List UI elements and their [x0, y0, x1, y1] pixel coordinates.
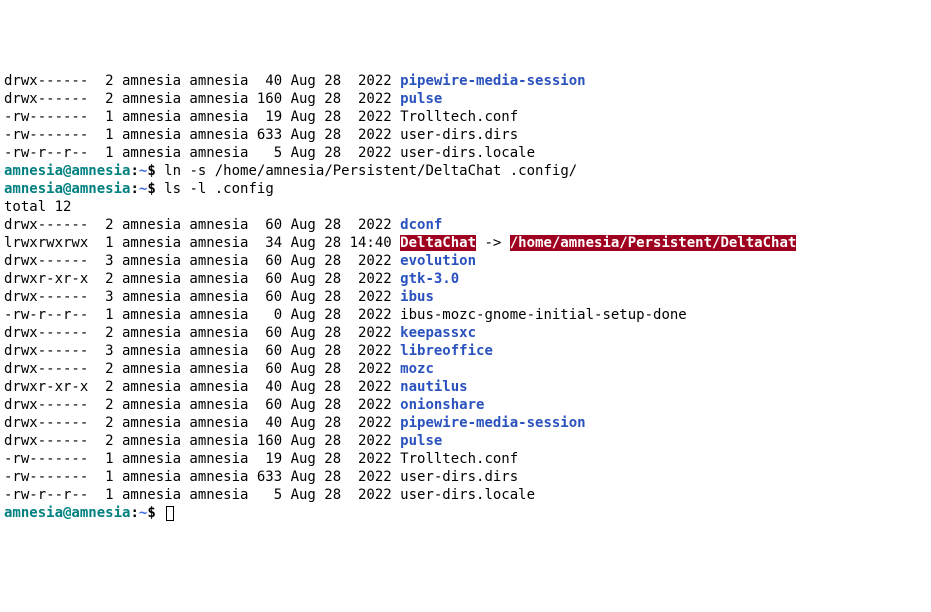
directory-name: ibus	[400, 289, 434, 305]
directory-name: pipewire-media-session	[400, 73, 585, 89]
prompt-colon: :	[130, 163, 138, 179]
cursor	[166, 506, 174, 521]
file-name: user-dirs.locale	[400, 487, 535, 503]
directory-name: dconf	[400, 217, 442, 233]
symlink-target: /home/amnesia/Persistent/DeltaChat	[510, 235, 797, 251]
directory-name: keepassxc	[400, 325, 476, 341]
ls-row: drwx------ 2 amnesia amnesia 40 Aug 28 2…	[4, 72, 927, 90]
command-text: ln -s /home/amnesia/Persistent/DeltaChat…	[164, 163, 577, 179]
file-name: user-dirs.dirs	[400, 469, 518, 485]
prompt-line[interactable]: amnesia@amnesia:~$ ln -s /home/amnesia/P…	[4, 162, 927, 180]
prompt-colon: :	[130, 181, 138, 197]
ls-row: drwx------ 2 amnesia amnesia 60 Aug 28 2…	[4, 396, 927, 414]
prompt-line[interactable]: amnesia@amnesia:~$	[4, 504, 927, 522]
ls-row: -rw------- 1 amnesia amnesia 633 Aug 28 …	[4, 126, 927, 144]
ls-row: lrwxrwxrwx 1 amnesia amnesia 34 Aug 28 1…	[4, 234, 927, 252]
prompt-colon: :	[130, 505, 138, 521]
ls-row: drwxr-xr-x 2 amnesia amnesia 60 Aug 28 2…	[4, 270, 927, 288]
prompt-sigil: $	[147, 505, 164, 521]
ls-row: drwx------ 3 amnesia amnesia 60 Aug 28 2…	[4, 288, 927, 306]
prompt-user: amnesia@amnesia	[4, 163, 130, 179]
prompt-sigil: $	[147, 181, 164, 197]
ls-row: -rw-r--r-- 1 amnesia amnesia 5 Aug 28 20…	[4, 486, 927, 504]
ls-row: drwx------ 2 amnesia amnesia 60 Aug 28 2…	[4, 360, 927, 378]
file-name: ibus-mozc-gnome-initial-setup-done	[400, 307, 687, 323]
ls-row: drwx------ 2 amnesia amnesia 160 Aug 28 …	[4, 90, 927, 108]
ls-row: drwx------ 3 amnesia amnesia 60 Aug 28 2…	[4, 342, 927, 360]
total-line: total 12	[4, 198, 927, 216]
ls-row: -rw------- 1 amnesia amnesia 19 Aug 28 2…	[4, 450, 927, 468]
directory-name: onionshare	[400, 397, 484, 413]
command-text: ls -l .config	[164, 181, 274, 197]
file-name: user-dirs.dirs	[400, 127, 518, 143]
directory-name: pulse	[400, 91, 442, 107]
file-name: user-dirs.locale	[400, 145, 535, 161]
ls-row: drwx------ 2 amnesia amnesia 60 Aug 28 2…	[4, 216, 927, 234]
directory-name: pulse	[400, 433, 442, 449]
file-name: Trolltech.conf	[400, 451, 518, 467]
directory-name: evolution	[400, 253, 476, 269]
directory-name: gtk-3.0	[400, 271, 459, 287]
symlink-arrow: ->	[476, 235, 510, 251]
directory-name: libreoffice	[400, 343, 493, 359]
ls-row: -rw------- 1 amnesia amnesia 19 Aug 28 2…	[4, 108, 927, 126]
prompt-sigil: $	[147, 163, 164, 179]
prompt-user: amnesia@amnesia	[4, 505, 130, 521]
ls-row: drwx------ 2 amnesia amnesia 60 Aug 28 2…	[4, 324, 927, 342]
terminal-output[interactable]: drwx------ 2 amnesia amnesia 40 Aug 28 2…	[4, 72, 927, 522]
prompt-line[interactable]: amnesia@amnesia:~$ ls -l .config	[4, 180, 927, 198]
ls-row: -rw------- 1 amnesia amnesia 633 Aug 28 …	[4, 468, 927, 486]
directory-name: pipewire-media-session	[400, 415, 585, 431]
ls-row: drwx------ 2 amnesia amnesia 40 Aug 28 2…	[4, 414, 927, 432]
directory-name: nautilus	[400, 379, 467, 395]
prompt-user: amnesia@amnesia	[4, 181, 130, 197]
ls-row: drwx------ 3 amnesia amnesia 60 Aug 28 2…	[4, 252, 927, 270]
ls-row: -rw-r--r-- 1 amnesia amnesia 0 Aug 28 20…	[4, 306, 927, 324]
symlink-name: DeltaChat	[400, 235, 476, 251]
directory-name: mozc	[400, 361, 434, 377]
ls-row: drwxr-xr-x 2 amnesia amnesia 40 Aug 28 2…	[4, 378, 927, 396]
file-name: Trolltech.conf	[400, 109, 518, 125]
ls-row: -rw-r--r-- 1 amnesia amnesia 5 Aug 28 20…	[4, 144, 927, 162]
ls-row: drwx------ 2 amnesia amnesia 160 Aug 28 …	[4, 432, 927, 450]
